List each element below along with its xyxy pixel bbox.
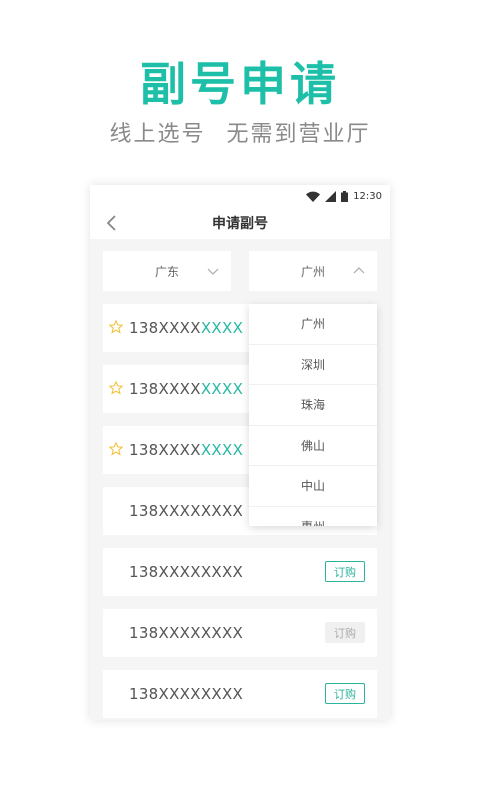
phone-number-prefix: 138XXXX	[129, 319, 201, 337]
order-button[interactable]: 订购	[325, 622, 365, 643]
order-button[interactable]: 订购	[325, 683, 365, 704]
dropdown-option[interactable]: 中山	[249, 466, 377, 507]
promo-subtitle-left: 线上选号	[109, 122, 206, 147]
province-value: 广东	[154, 264, 179, 279]
chevron-down-icon	[207, 268, 219, 275]
phone-number: 138XXXXXXXX	[129, 685, 243, 703]
phone-number-highlight: XXXX	[200, 380, 244, 398]
star-icon[interactable]	[109, 320, 123, 334]
phone-number-prefix: 138XXXX	[129, 380, 201, 398]
number-row[interactable]: 138XXXXXXXX 订购	[103, 670, 377, 718]
phone-number: 138XXXXXXXX	[129, 563, 243, 581]
chevron-up-icon	[353, 267, 365, 274]
province-select[interactable]: 广东	[103, 251, 231, 291]
dropdown-option[interactable]: 深圳	[249, 345, 377, 385]
status-time: 12:30	[353, 190, 382, 202]
dropdown-option[interactable]: 珠海	[249, 385, 377, 426]
phone-number-prefix: 138XXXXXXXX	[129, 685, 244, 703]
phone-number: 138XXXXXXXX	[129, 441, 243, 459]
promo-subtitle: 线上选号 无需到营业厅	[0, 116, 480, 148]
phone-screen: 12:30 申请副号 广东 广州 138XXXXXXXX 138XXXXXXXX 1…	[90, 185, 390, 720]
phone-number-prefix: 138XXXX	[129, 441, 201, 459]
dropdown-option[interactable]: 惠州	[249, 507, 377, 526]
phone-number-highlight: XXXX	[200, 319, 244, 337]
signal-icon	[325, 190, 337, 202]
phone-number-prefix: 138XXXXXXXX	[129, 502, 244, 520]
promo-title: 副号申请	[140, 57, 340, 111]
status-bar: 12:30	[90, 185, 390, 207]
phone-number-highlight: XXXX	[200, 441, 244, 459]
city-dropdown: 广州深圳珠海佛山中山惠州	[249, 304, 377, 526]
number-row[interactable]: 138XXXXXXXX 订购	[103, 609, 377, 657]
order-button[interactable]: 订购	[325, 561, 365, 582]
city-value: 广州	[300, 264, 325, 279]
filter-bar: 广东 广州	[103, 251, 377, 291]
number-row[interactable]: 138XXXXXXXX 订购	[103, 548, 377, 596]
phone-number: 138XXXXXXXX	[129, 319, 243, 337]
phone-number-prefix: 138XXXXXXXX	[129, 563, 244, 581]
phone-number: 138XXXXXXXX	[129, 380, 243, 398]
dropdown-option[interactable]: 佛山	[249, 426, 377, 466]
app-bar: 申请副号	[90, 207, 390, 239]
page-title: 申请副号	[212, 216, 268, 232]
chevron-left-icon[interactable]	[102, 213, 122, 233]
city-select[interactable]: 广州	[249, 251, 377, 291]
phone-number: 138XXXXXXXX	[129, 502, 243, 520]
star-icon[interactable]	[109, 442, 123, 456]
battery-icon	[341, 190, 349, 202]
star-icon[interactable]	[109, 381, 123, 395]
phone-number-prefix: 138XXXXXXXX	[129, 624, 244, 642]
dropdown-option[interactable]: 广州	[249, 304, 377, 345]
phone-number: 138XXXXXXXX	[129, 624, 243, 642]
wifi-icon	[306, 191, 321, 202]
promo-subtitle-right: 无需到营业厅	[226, 122, 371, 147]
